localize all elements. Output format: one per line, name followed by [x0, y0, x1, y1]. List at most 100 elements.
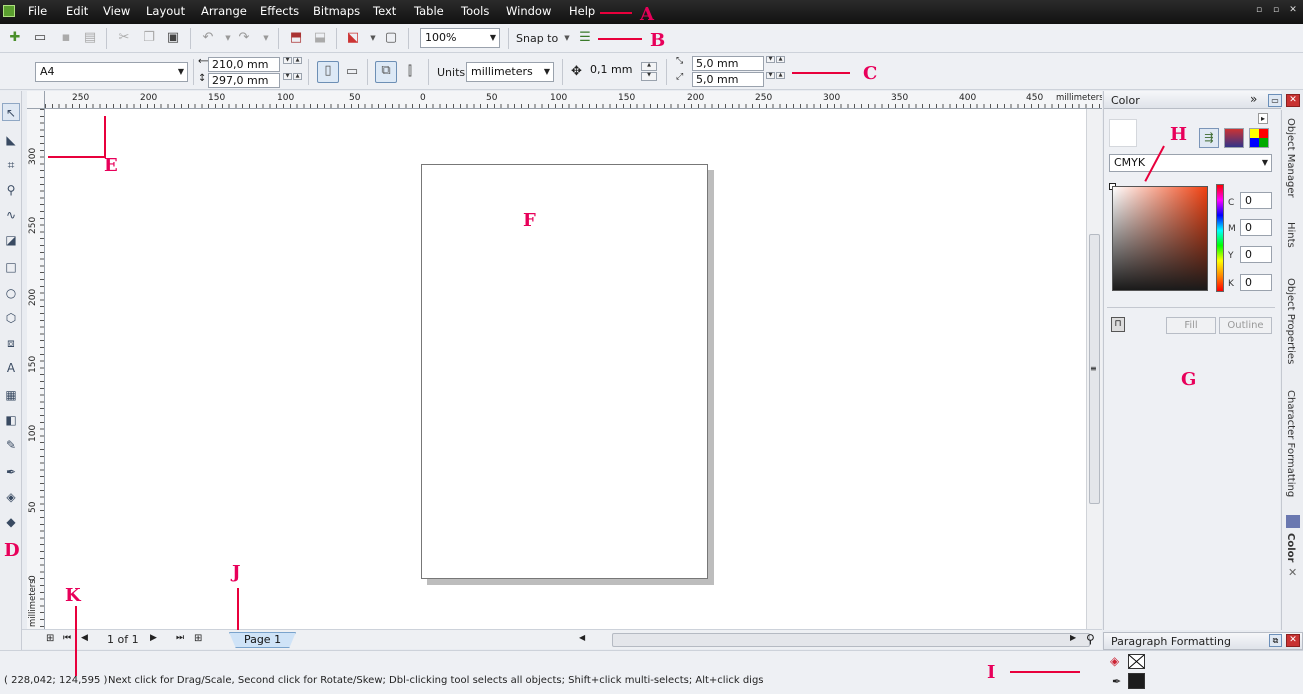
docker-restore-icon[interactable]: ⧉: [1269, 634, 1282, 647]
cyan-field[interactable]: 0: [1240, 192, 1272, 209]
cut-icon[interactable]: ✂: [115, 29, 133, 47]
menu-text[interactable]: Text: [373, 4, 396, 18]
page-tab[interactable]: Page 1: [229, 632, 296, 648]
lock-icon[interactable]: ⊓: [1111, 317, 1125, 332]
horizontal-ruler[interactable]: 250 200 150 100 50 0 50 100 150 200 250 …: [27, 91, 1102, 109]
scroll-right-icon[interactable]: ▶: [1070, 633, 1076, 642]
undo-icon[interactable]: ↶: [199, 29, 217, 47]
interactive-tool-icon[interactable]: ◧: [2, 411, 20, 429]
spin-down-icon[interactable]: ▼: [766, 72, 775, 79]
new-document-icon[interactable]: ✚: [6, 29, 24, 47]
spin-up-icon[interactable]: ▲: [293, 57, 302, 64]
polygon-tool-icon[interactable]: ⬡: [2, 309, 20, 327]
options-icon[interactable]: ☰: [576, 29, 594, 47]
freehand-tool-icon[interactable]: ∿: [2, 206, 20, 224]
fill-none-swatch[interactable]: [1128, 654, 1145, 669]
spin-up-icon[interactable]: ▲: [293, 73, 302, 80]
prev-page-icon[interactable]: ◀: [81, 633, 88, 643]
paste-icon[interactable]: ▣: [164, 29, 182, 47]
paper-size-combo[interactable]: A4 ▼: [35, 62, 188, 82]
save-icon[interactable]: ▪: [57, 29, 75, 47]
copy-icon[interactable]: ❐: [140, 29, 158, 47]
hue-slider[interactable]: [1216, 184, 1224, 292]
interactive-fill-tool-icon[interactable]: ◆: [2, 513, 20, 531]
rectangle-tool-icon[interactable]: □: [2, 258, 20, 276]
spin-down-icon[interactable]: ▼: [283, 73, 292, 80]
redo-icon[interactable]: ↷: [235, 29, 253, 47]
tab-character-formatting[interactable]: Character Formatting: [1285, 390, 1296, 497]
docker-close-icon[interactable]: ✕: [1286, 634, 1300, 647]
scroll-left-icon[interactable]: ◀: [579, 633, 585, 642]
smart-fill-tool-icon[interactable]: ◪: [2, 231, 20, 249]
vertical-scrollbar[interactable]: ≡: [1086, 109, 1102, 629]
duplicate-y-field[interactable]: 5,0 mm: [692, 72, 764, 87]
welcome-screen-icon[interactable]: ▢: [382, 29, 400, 47]
nudge-field[interactable]: 0,1 mm: [587, 63, 639, 80]
text-tool-icon[interactable]: A: [2, 359, 20, 377]
color-picker-area[interactable]: [1112, 186, 1208, 291]
add-page-after-icon[interactable]: ⊞: [194, 633, 202, 644]
next-page-icon[interactable]: ▶: [150, 633, 157, 643]
flyout-arrow-icon[interactable]: ▸: [1258, 113, 1269, 124]
print-icon[interactable]: ▤: [81, 29, 99, 47]
minimize-icon[interactable]: ▫: [1253, 4, 1265, 16]
color-model-combo[interactable]: CMYK ▼: [1109, 154, 1272, 172]
menu-window[interactable]: Window: [506, 4, 551, 18]
last-page-icon[interactable]: ⏭: [176, 633, 184, 643]
color-sliders-icon[interactable]: ⇶: [1199, 128, 1219, 148]
document-page[interactable]: [421, 164, 708, 579]
magenta-field[interactable]: 0: [1240, 219, 1272, 236]
tab-hints[interactable]: Hints: [1285, 222, 1296, 248]
fill-button[interactable]: Fill: [1166, 317, 1216, 334]
close-icon[interactable]: ✕: [1287, 4, 1299, 16]
ellipse-tool-icon[interactable]: ○: [2, 284, 20, 302]
color-viewer-icon[interactable]: [1224, 128, 1244, 148]
open-icon[interactable]: ▭: [31, 29, 49, 47]
spin-down-icon[interactable]: ▼: [641, 72, 657, 81]
spin-up-icon[interactable]: ▲: [776, 72, 785, 79]
zoom-navigator-icon[interactable]: ⚲: [1086, 632, 1095, 646]
units-combo[interactable]: millimeters ▼: [466, 62, 554, 82]
docker-minimize-icon[interactable]: ▭: [1268, 94, 1282, 107]
menu-help[interactable]: Help: [569, 4, 595, 18]
zoom-tool-icon[interactable]: ⚲: [2, 181, 20, 199]
outline-button[interactable]: Outline: [1219, 317, 1272, 334]
color-palettes-icon[interactable]: [1249, 128, 1269, 148]
spin-up-icon[interactable]: ▲: [641, 62, 657, 71]
all-pages-icon[interactable]: ⧉: [375, 61, 397, 83]
import-icon[interactable]: ⬒: [287, 29, 305, 47]
expand-icon[interactable]: »: [1250, 92, 1257, 106]
snap-dropdown-icon[interactable]: ▼: [558, 29, 576, 47]
menu-table[interactable]: Table: [414, 4, 444, 18]
spin-down-icon[interactable]: ▼: [283, 57, 292, 64]
restore-icon[interactable]: ▫: [1270, 4, 1282, 16]
basic-shapes-tool-icon[interactable]: ⧈: [2, 334, 20, 352]
launcher-dropdown-icon[interactable]: ▼: [364, 29, 382, 47]
ruler-corner[interactable]: [27, 91, 45, 109]
close-icon[interactable]: ✕: [1288, 566, 1297, 579]
duplicate-x-field[interactable]: 5,0 mm: [692, 56, 764, 71]
menu-edit[interactable]: Edit: [66, 4, 88, 18]
shape-tool-icon[interactable]: ◣: [2, 131, 20, 149]
export-icon[interactable]: ⬓: [311, 29, 329, 47]
yellow-field[interactable]: 0: [1240, 246, 1272, 263]
fill-tool-icon[interactable]: ◈: [2, 488, 20, 506]
crop-tool-icon[interactable]: ⌗: [2, 156, 20, 174]
menu-view[interactable]: View: [103, 4, 130, 18]
snap-to-label[interactable]: Snap to: [516, 32, 558, 45]
menu-file[interactable]: File: [28, 4, 47, 18]
tab-object-manager[interactable]: Object Manager: [1285, 118, 1296, 198]
pick-tool-icon[interactable]: ↖: [2, 103, 20, 121]
eyedropper-tool-icon[interactable]: ✎: [2, 436, 20, 454]
spin-up-icon[interactable]: ▲: [776, 56, 785, 63]
outline-tool-icon[interactable]: ✒: [2, 463, 20, 481]
table-tool-icon[interactable]: ▦: [2, 386, 20, 404]
menu-layout[interactable]: Layout: [146, 4, 185, 18]
horizontal-scrollbar[interactable]: [612, 633, 1090, 647]
current-page-icon[interactable]: ⫿: [401, 63, 419, 81]
zoom-combo[interactable]: 100% ▼: [420, 28, 500, 48]
application-launcher-icon[interactable]: ⬕: [344, 29, 362, 47]
page-height-field[interactable]: 297,0 mm: [208, 73, 280, 88]
docker-close-icon[interactable]: ✕: [1286, 94, 1300, 107]
first-page-icon[interactable]: ⏮: [63, 633, 71, 643]
